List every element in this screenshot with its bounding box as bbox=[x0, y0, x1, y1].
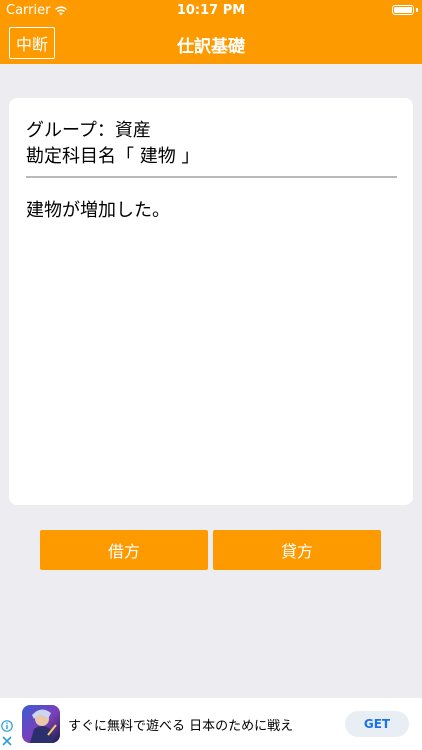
question-text: 建物が増加した。 bbox=[26, 200, 170, 221]
debit-button[interactable]: 借方 bbox=[40, 530, 208, 570]
app-icon[interactable] bbox=[22, 705, 60, 743]
status-time: 10:17 PM bbox=[176, 3, 246, 18]
header: Carrier 10:17 PM 中断 仕訳基礎 bbox=[0, 0, 422, 64]
get-button[interactable]: GET bbox=[345, 711, 409, 737]
battery-icon bbox=[392, 5, 414, 15]
divider bbox=[26, 176, 397, 178]
credit-button[interactable]: 貸方 bbox=[213, 530, 381, 570]
ad-banner[interactable]: すぐに無料で遊べる 日本のために戦え GET bbox=[0, 698, 422, 750]
navigation-bar: 中断 仕訳基礎 bbox=[0, 22, 422, 64]
info-icon[interactable] bbox=[1, 720, 13, 732]
group-label: グループ：資産 bbox=[26, 120, 151, 141]
account-name-label: 勘定科目名「 建物 」 bbox=[26, 146, 200, 167]
page-title: 仕訳基礎 bbox=[177, 37, 245, 57]
question-card: グループ：資産 勘定科目名「 建物 」 建物が増加した。 bbox=[9, 98, 413, 505]
battery-cap bbox=[416, 8, 418, 12]
ad-text[interactable]: すぐに無料で遊べる 日本のために戦え bbox=[68, 715, 293, 734]
status-bar: Carrier 10:17 PM bbox=[0, 0, 422, 22]
close-icon[interactable] bbox=[2, 736, 12, 746]
account-info: グループ：資産 勘定科目名「 建物 」 bbox=[26, 118, 397, 170]
